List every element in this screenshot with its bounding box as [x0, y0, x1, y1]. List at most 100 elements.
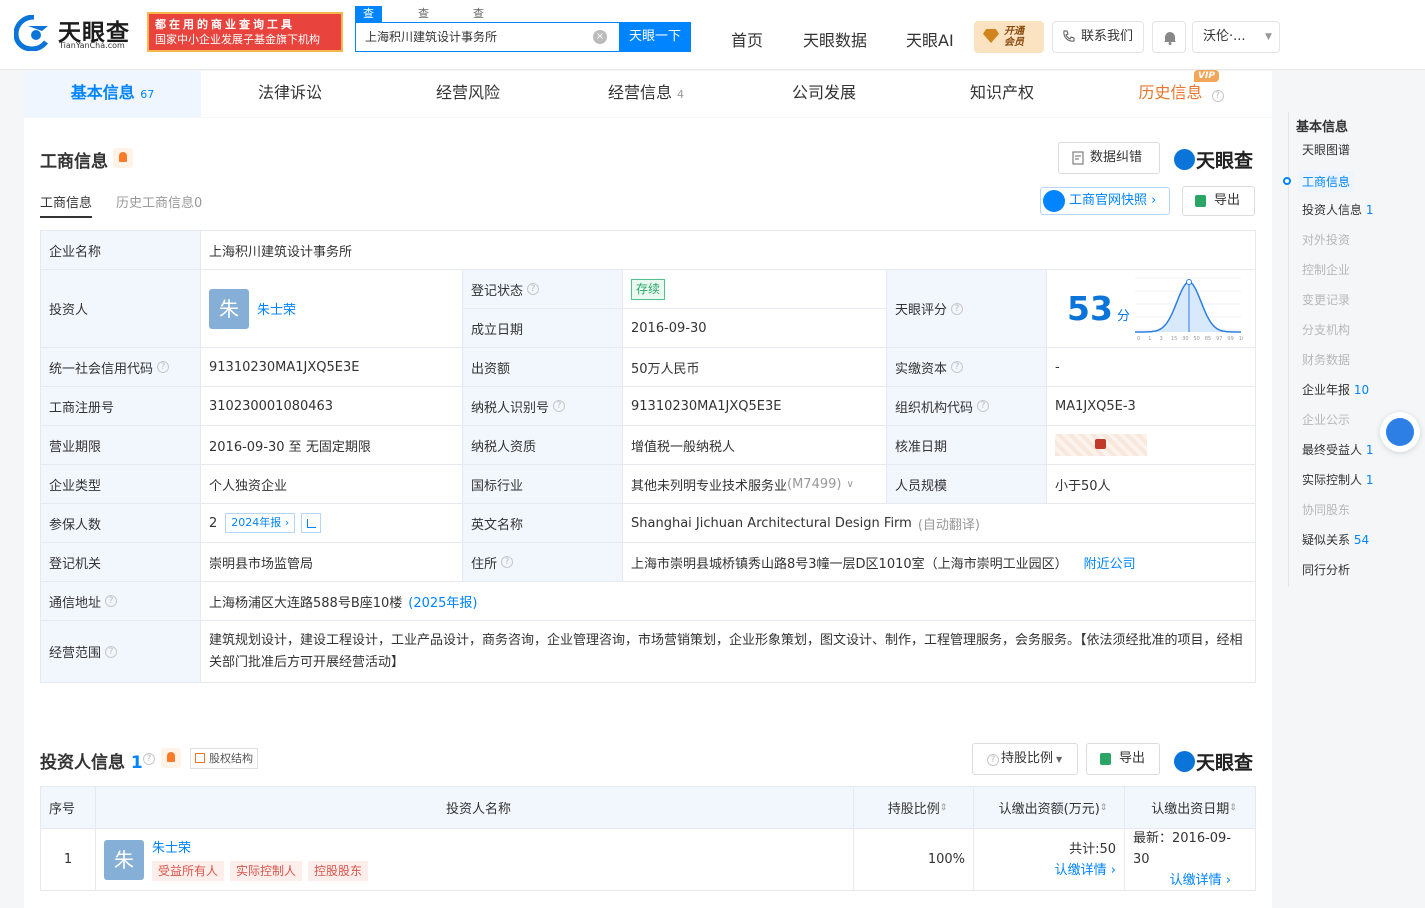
help-icon: ? — [987, 754, 999, 766]
nav-item[interactable]: 疑似关系 54 — [1302, 531, 1369, 548]
nav-item[interactable]: 投资人信息 1 — [1302, 201, 1373, 218]
nav-item[interactable]: 同行分析 — [1302, 561, 1350, 578]
official-snapshot-button[interactable]: 工商官网快照 › — [1040, 187, 1170, 215]
investor-export-button[interactable]: 导出 — [1086, 743, 1160, 775]
annual-report-link[interactable]: (2025年报) — [408, 592, 477, 611]
avatar[interactable]: 朱 — [104, 839, 144, 880]
col-date[interactable]: 认缴出资日期 ⇕ — [1125, 787, 1256, 829]
label-capital: 出资额 — [463, 348, 623, 387]
amount-detail-link[interactable]: 认缴详情 › — [1055, 860, 1116, 881]
search-button[interactable]: 天眼一下 — [619, 22, 691, 52]
nav-title[interactable]: 基本信息 — [1296, 116, 1348, 135]
value-org-code[interactable]: MA1JXQ5E-3 — [1047, 387, 1256, 426]
col-ratio[interactable]: 持股比例 ⇕ — [854, 787, 974, 829]
score-unit: 分 — [1116, 309, 1130, 324]
monitor-bell-icon[interactable] — [161, 748, 181, 768]
tab-history[interactable]: 历史信息 ? VIP — [1091, 70, 1271, 117]
holding-ratio-dropdown[interactable]: ? 持股比例 ▼ — [972, 743, 1078, 775]
tab-basic-info[interactable]: 基本信息 67 — [24, 71, 201, 117]
tab-operation[interactable]: 经营信息 4 — [557, 71, 735, 117]
row-no: 1 — [41, 829, 96, 891]
vip-open-button[interactable]: 开通 会员 — [974, 21, 1044, 53]
help-icon[interactable]: ? — [553, 400, 566, 412]
sort-icon: ⇕ — [1229, 802, 1237, 813]
score-widget[interactable]: 53 分 0 1 3 15 30 50 85 97 99 100 — [1047, 270, 1256, 348]
help-icon[interactable]: ? — [501, 556, 514, 568]
export-button[interactable]: 导出 — [1182, 186, 1255, 216]
search-tab-boss[interactable]: 查老板 — [410, 6, 437, 52]
search-input[interactable]: 上海积川建筑设计事务所 — [355, 22, 620, 52]
nav-item[interactable]: 实际控制人 1 — [1302, 471, 1373, 488]
investor-link[interactable]: 朱士荣 — [257, 299, 296, 318]
nav-item[interactable]: 最终受益人 1 — [1302, 441, 1373, 458]
score-area — [1135, 282, 1241, 332]
nav-item[interactable]: 企业年报 10 — [1302, 381, 1369, 398]
investor-section-title: 投资人信息 1 — [40, 748, 143, 773]
floating-assistant-button[interactable] — [1380, 412, 1420, 452]
tab-legal[interactable]: 法律诉讼 — [201, 71, 379, 117]
help-icon[interactable]: ? — [951, 361, 964, 373]
help-icon[interactable]: ? — [143, 753, 155, 765]
nav-data[interactable]: 天眼数据 — [803, 27, 867, 51]
search-tab-relation[interactable]: 查关系 — [465, 6, 492, 52]
clear-search-icon[interactable]: × — [593, 30, 607, 44]
help-icon[interactable]: ? — [977, 400, 990, 412]
tag-controlling-shareholder[interactable]: 控股股东 — [308, 860, 369, 881]
equity-structure-button[interactable]: 股权结构 — [190, 748, 258, 769]
help-icon[interactable]: ? — [157, 361, 170, 373]
tag-beneficial-owner[interactable]: 受益所有人 — [152, 860, 225, 881]
mail-addr-text[interactable]: 上海杨浦区大连路588号B座10楼 — [209, 592, 402, 611]
value-insured: 2 2024年报 › — [201, 504, 463, 543]
nearby-companies-link[interactable]: 附近公司 — [1084, 553, 1136, 572]
help-icon[interactable]: ? — [105, 595, 118, 607]
active-dot — [1283, 177, 1291, 185]
address-text[interactable]: 上海市崇明县城桥镇秀山路8号3幢一层D区1010室（上海市崇明工业园区） — [631, 553, 1068, 572]
nav-item[interactable]: 天眼图谱 — [1302, 141, 1350, 158]
value-tax-id[interactable]: 91310230MA1JXQ5E3E — [623, 387, 887, 426]
monitor-bell-icon[interactable] — [113, 148, 133, 168]
notification-button[interactable] — [1152, 21, 1186, 53]
sort-icon: ⇕ — [1099, 802, 1108, 813]
value-investor: 朱 朱士荣 — [201, 270, 463, 348]
tab-development[interactable]: 公司发展 — [735, 71, 913, 117]
bell-icon — [1164, 32, 1176, 45]
search-tab-company[interactable]: 查公司 — [355, 6, 382, 52]
nav-home[interactable]: 首页 — [731, 27, 763, 51]
tianyancha-logo-icon[interactable] — [14, 15, 54, 51]
value-credit-code[interactable]: 91310230MA1JXQ5E3E — [201, 348, 463, 387]
date-detail-link[interactable]: 认缴详情 › — [1170, 870, 1231, 891]
en-name-text[interactable]: Shanghai Jichuan Architectural Design Fi… — [631, 516, 912, 531]
tab-risk[interactable]: 经营风险 — [379, 71, 557, 117]
value-industry[interactable]: 其他未列明专业技术服务业 (M7499) ∨ — [623, 465, 887, 504]
value-name[interactable]: 上海积川建筑设计事务所 — [201, 231, 1256, 270]
amount-text: 共计:50 — [1069, 841, 1116, 857]
col-amount[interactable]: 认缴出资额(万元) ⇕ — [974, 787, 1125, 829]
value-approve-date[interactable] — [1047, 426, 1256, 465]
avatar[interactable]: 朱 — [209, 288, 249, 329]
label-text: 实缴资本 — [895, 361, 948, 377]
user-menu[interactable]: 沃伦·... ▼ — [1192, 21, 1280, 53]
help-icon[interactable]: ? — [105, 645, 118, 658]
chart-icon[interactable] — [301, 513, 322, 533]
nav-item[interactable]: 工商信息 — [1298, 171, 1355, 192]
data-correct-button[interactable]: 数据纠错 — [1058, 142, 1160, 174]
tab-ip[interactable]: 知识产权 — [913, 71, 1091, 117]
button-label: 数据纠错 — [1090, 150, 1143, 165]
tag-actual-controller[interactable]: 实际控制人 — [230, 860, 303, 881]
help-icon[interactable]: ? — [527, 283, 540, 295]
nav-ai[interactable]: 天眼AI — [906, 27, 954, 51]
section-tabs: 基本信息 67 法律诉讼 经营风险 经营信息 4 公司发展 知识产权 历史信息 … — [24, 70, 1272, 117]
contact-button[interactable]: 联系我们 — [1052, 21, 1144, 53]
subtab-history-biz[interactable]: 历史工商信息0 — [116, 192, 202, 211]
label-name: 企业名称 — [41, 231, 201, 270]
investor-name-link[interactable]: 朱士荣 — [152, 839, 374, 859]
insured-report-link[interactable]: 2024年报 › — [225, 513, 296, 533]
score-tick-label: 99 — [1227, 336, 1233, 342]
locked-value[interactable] — [1055, 434, 1147, 456]
help-icon[interactable]: ? — [951, 302, 964, 315]
promo-banner[interactable]: 都在用的商业查询工具 国家中小企业发展子基金旗下机构 — [147, 12, 343, 52]
value-reg-no[interactable]: 310230001080463 — [201, 387, 463, 426]
button-label: 导出 — [1119, 751, 1146, 766]
value-authority: 崇明县市场监管局 — [201, 543, 463, 582]
subtab-biz[interactable]: 工商信息 — [40, 192, 93, 218]
